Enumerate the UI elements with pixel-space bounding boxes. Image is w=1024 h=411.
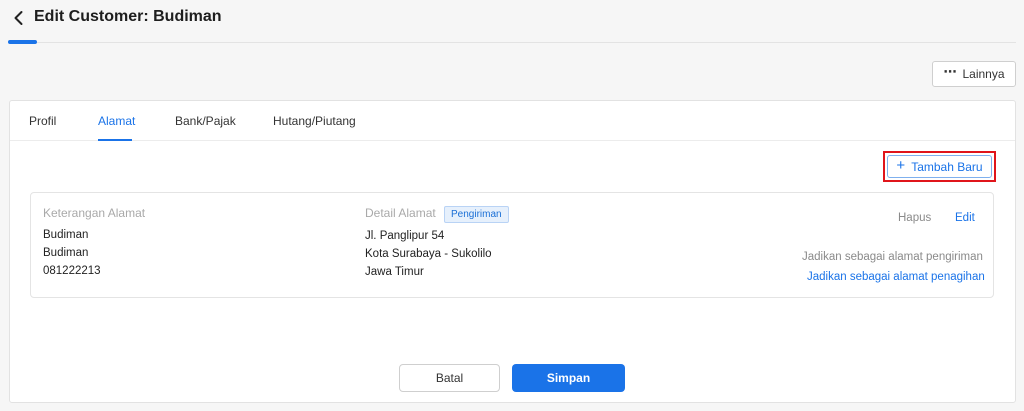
active-tab-indicator — [98, 139, 132, 141]
address-recipient: Budiman — [43, 247, 89, 259]
more-button-label: Lainnya — [962, 67, 1005, 81]
page-header: Edit Customer: Budiman — [0, 0, 1024, 44]
more-button[interactable]: ⋯ Lainnya — [932, 61, 1016, 87]
header-divider — [8, 42, 1016, 43]
tab-bank-pajak[interactable]: Bank/Pajak — [175, 114, 236, 128]
edit-address-link[interactable]: Edit — [955, 212, 975, 224]
header-accent-bar — [8, 40, 37, 44]
back-arrow-icon[interactable] — [10, 9, 28, 27]
address-item: Keterangan Alamat Budiman Budiman 081222… — [30, 192, 994, 298]
add-button-highlight: + Tambah Baru — [883, 151, 996, 182]
address-phone: 081222213 — [43, 265, 101, 277]
add-address-button[interactable]: + Tambah Baru — [887, 155, 992, 178]
delete-address-link[interactable]: Hapus — [898, 212, 931, 224]
page-title: Edit Customer: Budiman — [34, 8, 222, 25]
add-button-label: Tambah Baru — [911, 159, 983, 174]
address-street: Jl. Panglipur 54 — [365, 230, 445, 242]
set-billing-address-link[interactable]: Jadikan sebagai alamat penagihan — [807, 271, 985, 283]
address-province: Jawa Timur — [365, 266, 424, 278]
cancel-button[interactable]: Batal — [399, 364, 500, 392]
address-detail-label: Detail Alamat — [365, 206, 436, 220]
customer-card: Profil Alamat Bank/Pajak Hutang/Piutang … — [9, 100, 1016, 403]
plus-icon: + — [896, 157, 906, 174]
set-shipping-address-link[interactable]: Jadikan sebagai alamat pengiriman — [802, 251, 983, 263]
tab-bar: Profil Alamat Bank/Pajak Hutang/Piutang — [10, 101, 1015, 141]
tab-profil[interactable]: Profil — [29, 114, 56, 128]
address-name: Budiman — [43, 229, 89, 241]
address-city: Kota Surabaya - Sukolilo — [365, 248, 492, 260]
more-dots-icon: ⋯ — [943, 63, 957, 79]
address-description-label: Keterangan Alamat — [43, 206, 146, 220]
shipping-badge: Pengiriman — [444, 206, 509, 223]
tab-alamat[interactable]: Alamat — [98, 114, 135, 128]
tab-hutang-piutang[interactable]: Hutang/Piutang — [273, 114, 356, 128]
save-button[interactable]: Simpan — [512, 364, 625, 392]
